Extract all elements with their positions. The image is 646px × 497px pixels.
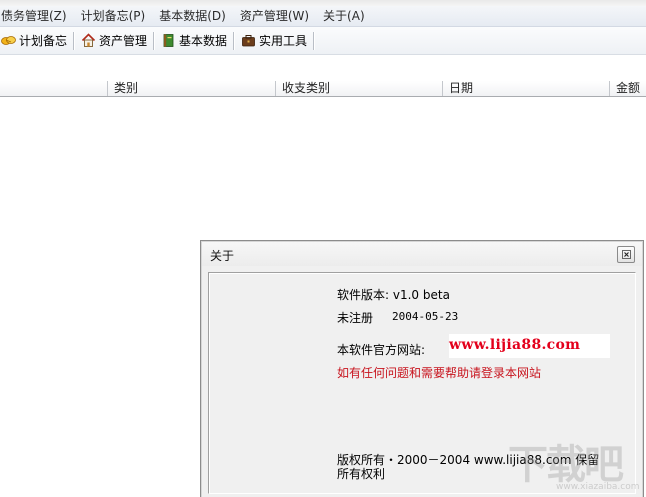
registration-status: 未注册 — [337, 311, 374, 325]
release-date: 2004-05-23 — [392, 310, 459, 323]
close-button[interactable] — [617, 246, 635, 263]
version-text: 软件版本: v1.0 beta — [337, 288, 450, 302]
utility-tools-button[interactable]: 实用工具 — [241, 30, 313, 52]
toolbar: 计划备忘 资产管理 基本数据 实用工具 — [0, 27, 646, 55]
utility-tools-label: 实用工具 — [259, 34, 308, 48]
menu-asset-management[interactable]: 资产管理(W) — [233, 6, 316, 26]
table-header: 类别 收支类别 日期 金额 — [0, 81, 646, 97]
toolbar-separator — [233, 31, 236, 50]
toolbox-icon — [241, 33, 256, 48]
menu-debt-management[interactable]: 债务管理(Z) — [0, 6, 74, 26]
menu-bar: 债务管理(Z) 计划备忘(P) 基本数据(D) 资产管理(W) 关于(A) — [0, 6, 646, 27]
asset-management-button[interactable]: 资产管理 — [81, 30, 153, 52]
official-site-link[interactable]: www.lijia88.com — [449, 337, 580, 353]
handshake-icon — [1, 33, 16, 48]
close-icon — [621, 250, 631, 259]
menu-about[interactable]: 关于(A) — [316, 6, 372, 26]
menu-basic-data[interactable]: 基本数据(D) — [152, 6, 233, 26]
home-icon — [81, 33, 96, 48]
copyright-line-2: 所有权利 — [337, 467, 386, 481]
dialog-title-bar[interactable]: 关于 — [202, 242, 642, 266]
book-icon — [161, 33, 176, 48]
plan-memo-label: 计划备忘 — [19, 34, 68, 48]
plan-memo-button[interactable]: 计划备忘 — [0, 30, 73, 52]
asset-management-label: 资产管理 — [99, 34, 148, 48]
toolbar-separator — [313, 31, 316, 50]
column-header-amount[interactable]: 金额 — [609, 81, 646, 96]
help-notice: 如有任何问题和需要帮助请登录本网站 — [337, 366, 542, 380]
dialog-title: 关于 — [210, 249, 235, 263]
toolbar-separator — [73, 31, 76, 50]
column-header-date[interactable]: 日期 — [442, 81, 609, 96]
column-header-category[interactable]: 类别 — [107, 81, 274, 96]
app-window: 债务管理(Z) 计划备忘(P) 基本数据(D) 资产管理(W) 关于(A) 计划… — [0, 0, 646, 497]
basic-data-button[interactable]: 基本数据 — [161, 30, 233, 52]
basic-data-label: 基本数据 — [179, 34, 228, 48]
menu-plan-memo[interactable]: 计划备忘(P) — [74, 6, 153, 26]
column-header-income-expense-category[interactable]: 收支类别 — [275, 81, 442, 96]
official-site-box: www.lijia88.com — [449, 334, 610, 358]
watermark-logo: 下载吧 www.xiazaiba.com — [508, 432, 642, 494]
watermark-url: www.xiazaiba.com — [556, 482, 640, 492]
official-site-label: 本软件官方网站: — [337, 343, 426, 357]
toolbar-separator — [153, 31, 156, 50]
